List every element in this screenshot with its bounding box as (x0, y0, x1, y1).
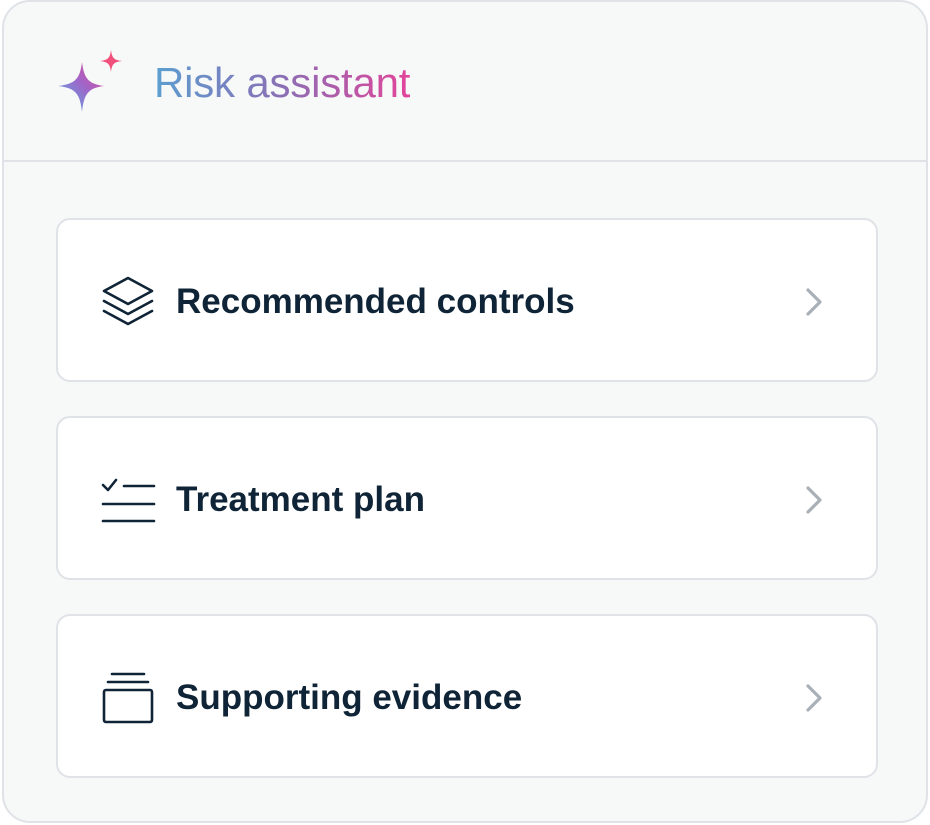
treatment-plan-item[interactable]: Treatment plan (56, 416, 878, 580)
item-label: Treatment plan (176, 480, 425, 519)
supporting-evidence-item[interactable]: Supporting evidence (56, 614, 878, 778)
risk-assistant-panel: Risk assistant Recommended controls Trea… (2, 0, 928, 823)
chevron-right-icon (806, 288, 822, 316)
panel-title: Risk assistant (154, 57, 410, 109)
sparkle-icon (58, 50, 122, 112)
recommended-controls-item[interactable]: Recommended controls (56, 218, 878, 382)
item-label: Recommended controls (176, 282, 575, 321)
item-label: Supporting evidence (176, 678, 523, 717)
panel-header: Risk assistant (4, 2, 926, 162)
layers-icon (102, 276, 154, 326)
checklist-icon (101, 478, 156, 523)
chevron-right-icon (806, 684, 822, 712)
stack-icon (102, 672, 154, 724)
chevron-right-icon (806, 486, 822, 514)
